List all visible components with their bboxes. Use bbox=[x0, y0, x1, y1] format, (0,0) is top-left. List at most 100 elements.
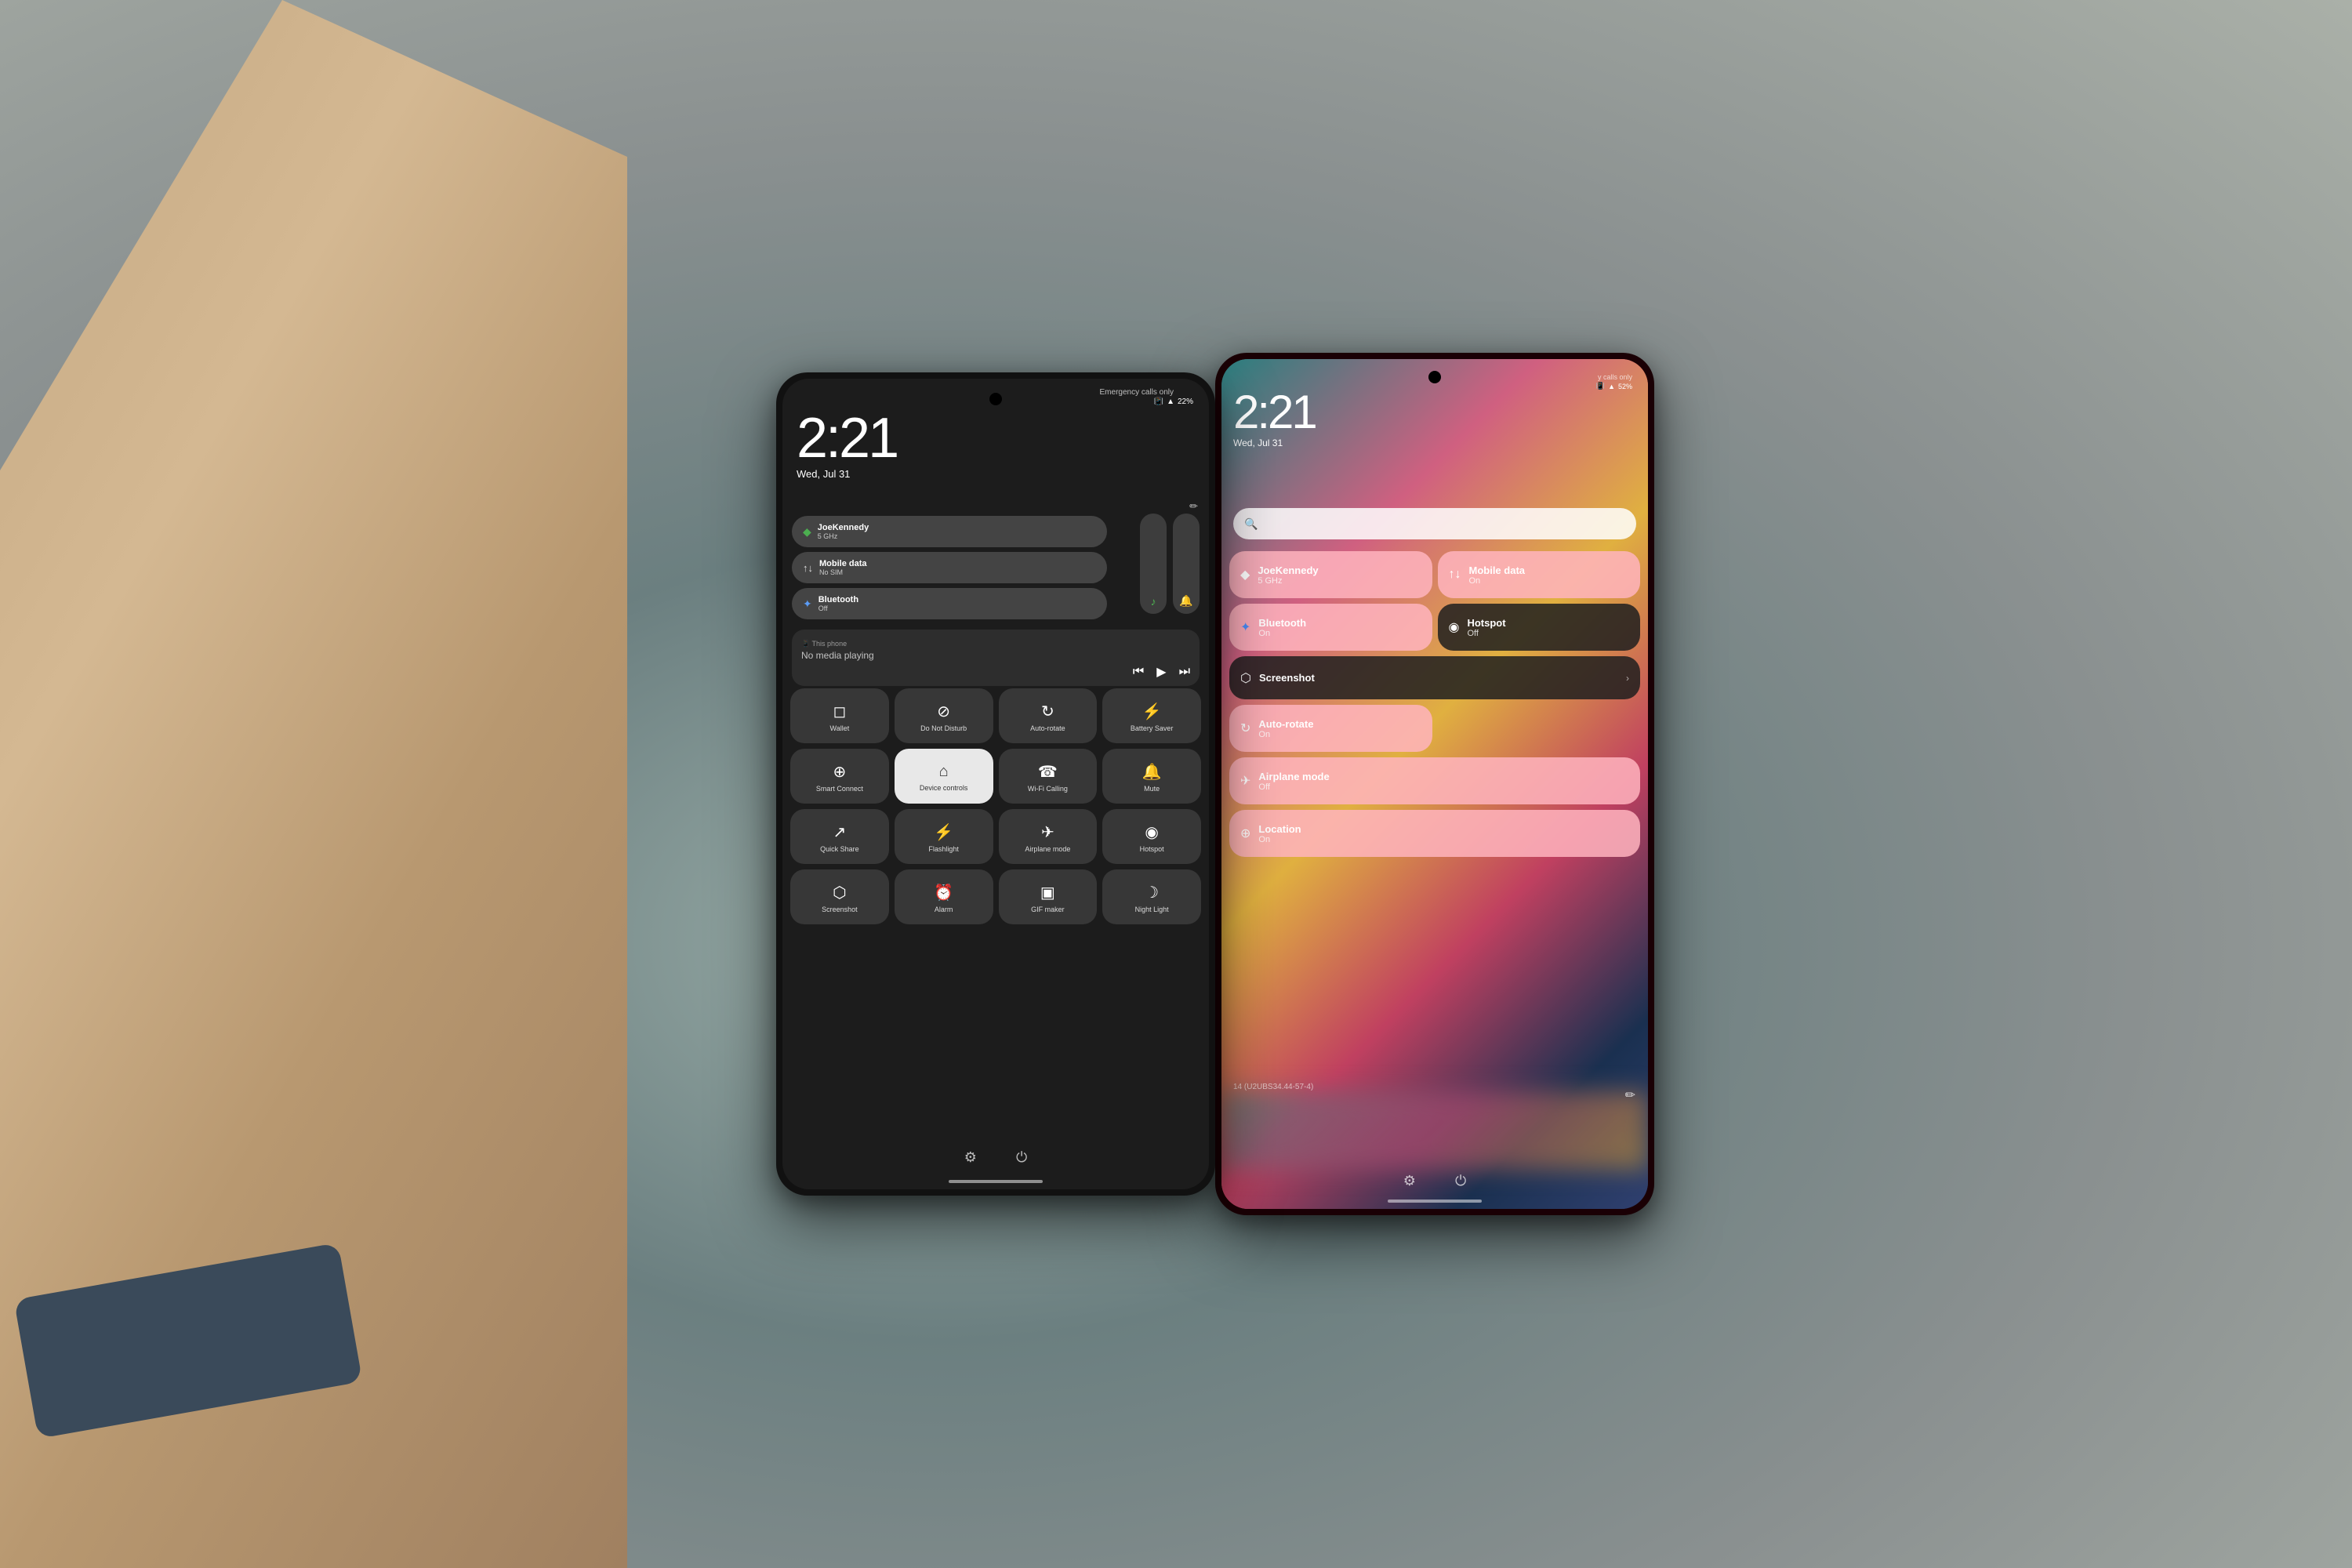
screenshot-tile-left: ⬡ Screenshot bbox=[1240, 670, 1315, 686]
left-bottom-bar: ⚙ ⏻ bbox=[782, 1149, 1209, 1166]
mobile-tile-text: Mobile data No SIM bbox=[819, 559, 867, 576]
night-light-tile[interactable]: ☽ Night Light bbox=[1102, 869, 1201, 924]
night-light-icon: ☽ bbox=[1145, 883, 1159, 902]
left-status-right: 📳 ▲ 22% bbox=[1154, 397, 1193, 406]
airplane-icon: ✈ bbox=[1041, 822, 1054, 842]
play-button[interactable]: ▶ bbox=[1156, 664, 1166, 680]
screenshot-chevron: › bbox=[1626, 673, 1629, 684]
rp-bluetooth-text: Bluetooth On bbox=[1258, 617, 1306, 638]
hotspot-tile[interactable]: ◉ Hotspot bbox=[1102, 809, 1201, 864]
wifi-tile-text: JoeKennedy 5 GHz bbox=[818, 523, 869, 540]
right-time-section: 2:21 Wed, Jul 31 bbox=[1233, 389, 1316, 448]
volume-slider[interactable]: ♪ bbox=[1140, 514, 1167, 614]
rp-mobile-tile[interactable]: ↑↓ Mobile data On bbox=[1438, 551, 1641, 598]
rp-location-icon: ⊕ bbox=[1240, 826, 1250, 841]
left-date: Wed, Jul 31 bbox=[797, 468, 897, 480]
rp-hotspot-text: Hotspot Off bbox=[1467, 617, 1505, 638]
gif-maker-tile[interactable]: ▣ GIF maker bbox=[999, 869, 1098, 924]
right-vibrate-icon: 📳 bbox=[1596, 382, 1605, 390]
mute-icon: 🔔 bbox=[1142, 762, 1162, 782]
rp-airplane-icon: ✈ bbox=[1240, 773, 1250, 789]
dnd-icon: ⊘ bbox=[937, 702, 950, 721]
phones-container: Emergency calls only 📳 ▲ 22% 2:21 Wed, J… bbox=[196, 39, 2234, 1529]
rp-screenshot-wide[interactable]: ⬡ Screenshot › bbox=[1229, 656, 1640, 699]
right-date: Wed, Jul 31 bbox=[1233, 437, 1316, 448]
bluetooth-tile-text: Bluetooth Off bbox=[818, 595, 858, 612]
right-time: 2:21 bbox=[1233, 389, 1316, 436]
flashlight-tile[interactable]: ⚡ Flashlight bbox=[895, 809, 993, 864]
rp-bluetooth-icon: ✦ bbox=[1240, 619, 1250, 635]
left-phone: Emergency calls only 📳 ▲ 22% 2:21 Wed, J… bbox=[776, 372, 1215, 1196]
alarm-icon: ⏰ bbox=[934, 883, 953, 902]
screenshot-tile[interactable]: ⬡ Screenshot bbox=[790, 869, 889, 924]
wifi-calling-tile[interactable]: ☎ Wi-Fi Calling bbox=[999, 749, 1098, 804]
right-emergency-abbrev: y calls only bbox=[1598, 373, 1632, 381]
quick-share-icon: ↗ bbox=[833, 822, 846, 842]
wallet-icon: ◻ bbox=[833, 702, 847, 721]
rp-screenshot-tile[interactable]: ⬡ Screenshot › bbox=[1229, 656, 1640, 699]
left-network-row: ◆ JoeKennedy 5 GHz ↑↓ Mobile data No SIM… bbox=[792, 516, 1107, 619]
rp-airplane-text: Airplane mode Off bbox=[1258, 771, 1329, 792]
next-button[interactable]: ⏭ bbox=[1179, 665, 1190, 679]
smart-connect-tile[interactable]: ⊕ Smart Connect bbox=[790, 749, 889, 804]
flashlight-icon: ⚡ bbox=[934, 822, 953, 842]
left-edit-icon[interactable]: ✏ bbox=[1189, 500, 1198, 513]
dnd-tile[interactable]: ⊘ Do Not Disturb bbox=[895, 688, 993, 743]
rp-bluetooth-tile[interactable]: ✦ Bluetooth On bbox=[1229, 604, 1432, 651]
mute-tile[interactable]: 🔔 Mute bbox=[1102, 749, 1201, 804]
right-battery: 52% bbox=[1618, 383, 1632, 390]
right-power-button[interactable]: ⏻ bbox=[1455, 1173, 1466, 1189]
left-home-indicator bbox=[949, 1180, 1043, 1183]
rp-screenshot-label: Screenshot bbox=[1259, 672, 1315, 684]
battery-saver-icon: ⚡ bbox=[1142, 702, 1162, 721]
hotspot-icon: ◉ bbox=[1145, 822, 1158, 842]
autorotate-icon: ↻ bbox=[1041, 702, 1054, 721]
mobile-data-icon: ↑↓ bbox=[803, 562, 813, 574]
alarm-tile[interactable]: ⏰ Alarm bbox=[895, 869, 993, 924]
bluetooth-tile[interactable]: ✦ Bluetooth Off bbox=[792, 588, 1107, 619]
left-media-player: 📱 This phone No media playing ⏮ ▶ ⏭ bbox=[792, 630, 1200, 686]
brightness-slider[interactable]: 🔔 bbox=[1173, 514, 1200, 614]
left-settings-button[interactable]: ⚙ bbox=[964, 1149, 977, 1166]
rp-mobile-icon: ↑↓ bbox=[1449, 568, 1461, 582]
rp-wifi-text: JoeKennedy 5 GHz bbox=[1258, 564, 1318, 586]
wifi-status-icon: ▲ bbox=[1167, 397, 1174, 406]
rp-hotspot-icon: ◉ bbox=[1449, 619, 1460, 635]
right-search-bar[interactable]: 🔍 bbox=[1233, 508, 1636, 539]
rp-location-tile[interactable]: ⊕ Location On bbox=[1229, 810, 1640, 857]
vibrate-icon: 📳 bbox=[1154, 397, 1163, 406]
device-controls-icon: ⌂ bbox=[939, 763, 949, 781]
media-no-playing: No media playing bbox=[801, 650, 1190, 661]
right-status-icons: 📳 ▲ 52% bbox=[1596, 382, 1632, 390]
rp-wifi-tile[interactable]: ◆ JoeKennedy 5 GHz bbox=[1229, 551, 1432, 598]
wifi-icon: ◆ bbox=[803, 525, 811, 539]
prev-button[interactable]: ⏮ bbox=[1133, 665, 1144, 679]
right-camera bbox=[1428, 371, 1441, 383]
rp-hotspot-tile[interactable]: ◉ Hotspot Off bbox=[1438, 604, 1641, 651]
left-power-button[interactable]: ⏻ bbox=[1016, 1149, 1027, 1166]
screenshot-icon: ⬡ bbox=[833, 883, 846, 902]
wifi-calling-icon: ☎ bbox=[1038, 762, 1058, 782]
wallet-tile[interactable]: ◻ Wallet bbox=[790, 688, 889, 743]
left-phone-screen: Emergency calls only 📳 ▲ 22% 2:21 Wed, J… bbox=[782, 379, 1209, 1189]
right-edit-icon[interactable]: ✏ bbox=[1625, 1087, 1635, 1103]
right-phone: y calls only 📳 ▲ 52% 2:21 Wed, Jul 31 🔍 bbox=[1215, 353, 1654, 1215]
right-version: 14 (U2UBS34.44-57-4) bbox=[1233, 1083, 1313, 1091]
rp-autorotate-tile[interactable]: ↻ Auto-rotate On bbox=[1229, 705, 1432, 752]
quick-share-tile[interactable]: ↗ Quick Share bbox=[790, 809, 889, 864]
emergency-text: Emergency calls only bbox=[1100, 388, 1174, 397]
autorotate-tile[interactable]: ↻ Auto-rotate bbox=[999, 688, 1098, 743]
right-settings-button[interactable]: ⚙ bbox=[1403, 1173, 1416, 1189]
wifi-tile[interactable]: ◆ JoeKennedy 5 GHz bbox=[792, 516, 1107, 547]
rp-airplane-tile[interactable]: ✈ Airplane mode Off bbox=[1229, 757, 1640, 804]
rp-location-text: Location On bbox=[1258, 823, 1301, 844]
rp-wifi-icon: ◆ bbox=[1240, 567, 1250, 583]
right-home-indicator bbox=[1388, 1200, 1482, 1203]
airplane-mode-tile[interactable]: ✈ Airplane mode bbox=[999, 809, 1098, 864]
battery-saver-tile[interactable]: ⚡ Battery Saver bbox=[1102, 688, 1201, 743]
gif-maker-icon: ▣ bbox=[1040, 883, 1055, 902]
rp-mobile-text: Mobile data On bbox=[1469, 564, 1526, 586]
device-controls-tile[interactable]: ⌂ Device controls bbox=[895, 749, 993, 804]
search-icon: 🔍 bbox=[1244, 517, 1258, 531]
mobile-data-tile[interactable]: ↑↓ Mobile data No SIM bbox=[792, 552, 1107, 583]
